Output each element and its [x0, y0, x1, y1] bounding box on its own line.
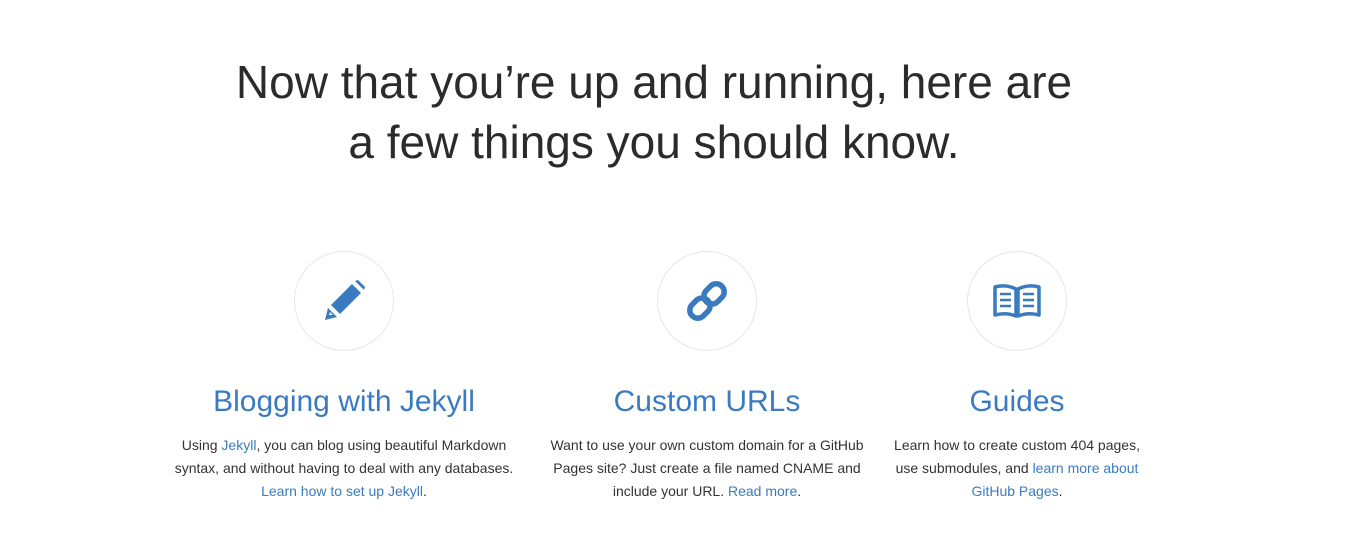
- icon-circle: [294, 251, 394, 351]
- headline-line-1: Now that you’re up and running, here are: [235, 56, 1073, 108]
- feature-text: .: [1058, 483, 1063, 499]
- feature-title: Custom URLs: [613, 385, 801, 418]
- feature-blogging: Blogging with Jekyll Using Jekyll, you c…: [164, 251, 524, 503]
- feature-text: .: [422, 483, 427, 499]
- read-more-link[interactable]: Read more: [728, 483, 797, 499]
- feature-guides: Guides Learn how to create custom 404 pa…: [887, 251, 1147, 503]
- page-headline: Now that you’re up and running, here are…: [0, 52, 1308, 172]
- feature-text: Using: [181, 437, 222, 453]
- feature-custom-urls: Custom URLs Want to use your own custom …: [537, 251, 877, 503]
- feature-title: Blogging with Jekyll: [213, 385, 475, 418]
- feature-description: Using Jekyll, you can blog using beautif…: [164, 434, 524, 503]
- feature-description: Want to use your own custom domain for a…: [537, 434, 877, 503]
- feature-description: Learn how to create custom 404 pages, us…: [887, 434, 1147, 503]
- feature-text: .: [797, 483, 802, 499]
- feature-title: Guides: [969, 385, 1065, 418]
- link-icon: [687, 281, 727, 321]
- feature-text: Want to use your own custom domain for a…: [550, 437, 864, 499]
- pencil-icon: [325, 280, 365, 320]
- setup-jekyll-link[interactable]: Learn how to set up Jekyll: [261, 483, 423, 499]
- jekyll-link[interactable]: Jekyll: [221, 437, 256, 453]
- book-icon: [993, 284, 1041, 318]
- headline-line-2: a few things you should know.: [348, 116, 960, 168]
- icon-circle: [967, 251, 1067, 351]
- icon-circle: [657, 251, 757, 351]
